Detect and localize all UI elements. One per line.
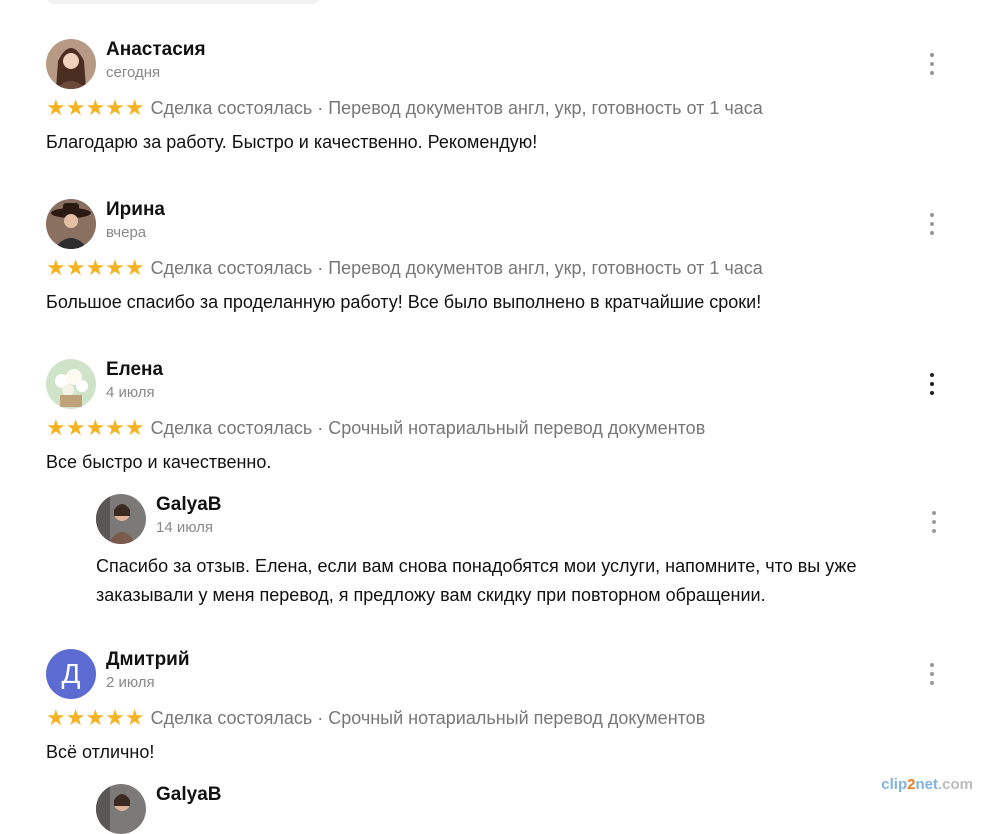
more-options-icon[interactable] <box>928 373 936 395</box>
more-options-icon[interactable] <box>928 53 936 75</box>
deal-info: Сделка состоялась · Перевод документов а… <box>150 97 763 118</box>
deal-info: Сделка состоялась · Срочный нотариальный… <box>150 417 706 438</box>
review-date: 2 июля <box>106 674 155 691</box>
rating-stars: ★★★★★ <box>46 705 145 730</box>
deal-info: Сделка состоялась · Срочный нотариальный… <box>150 707 706 728</box>
rating-stars: ★★★★★ <box>46 255 145 280</box>
deal-info: Сделка состоялась · Перевод документов а… <box>150 257 763 278</box>
more-options-icon[interactable] <box>928 663 936 685</box>
review-text: Большое спасибо за проделанную работу! В… <box>46 292 762 312</box>
rating-stars: ★★★★★ <box>46 415 145 440</box>
avatar <box>96 784 146 834</box>
reply-date: 14 июля <box>156 519 214 536</box>
reviewer-name[interactable]: Елена <box>106 359 163 381</box>
avatar <box>46 199 96 249</box>
review-text: Все быстро и качественно. <box>46 452 272 472</box>
top-search-stub <box>46 0 320 4</box>
more-options-icon[interactable] <box>928 213 936 235</box>
review-date: сегодня <box>106 64 161 81</box>
avatar <box>46 359 96 409</box>
watermark-logo: clip2net.com <box>881 776 973 793</box>
reply-author-name[interactable]: GalyaB <box>156 784 221 806</box>
avatar <box>46 39 96 89</box>
more-options-icon[interactable] <box>930 511 938 533</box>
reply-text: Спасибо за отзыв. Елена, если вам снова … <box>96 556 857 605</box>
reviewer-name[interactable]: Дмитрий <box>106 649 190 671</box>
reply-author-name[interactable]: GalyaB <box>156 494 221 516</box>
review-text: Благодарю за работу. Быстро и качественн… <box>46 132 538 152</box>
review-date: 4 июля <box>106 384 155 401</box>
rating-stars: ★★★★★ <box>46 95 145 120</box>
reviewer-name[interactable]: Анастасия <box>106 39 206 61</box>
review-date: вчера <box>106 224 147 241</box>
avatar: Д <box>46 649 96 699</box>
reviewer-name[interactable]: Ирина <box>106 199 165 221</box>
avatar <box>96 494 146 544</box>
review-text: Всё отлично! <box>46 742 155 762</box>
